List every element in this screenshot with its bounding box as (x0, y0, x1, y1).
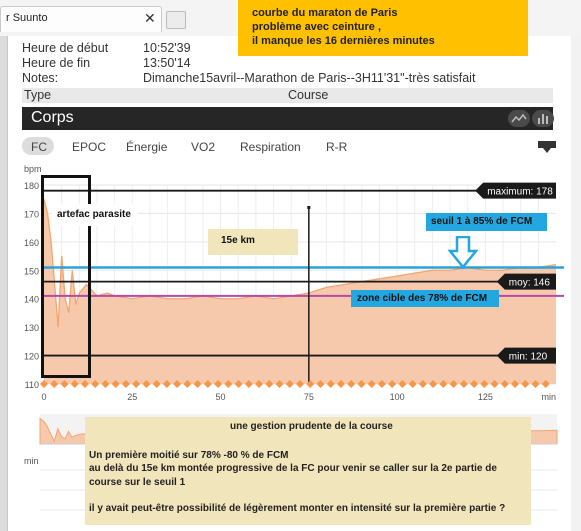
notes-value: Dimanche15avril--Marathon de Paris--3H11… (143, 71, 476, 85)
tab-energie[interactable]: Énergie (126, 140, 167, 154)
max-marker-label: maximum: 178 (487, 187, 553, 198)
corps-title: Corps (31, 109, 74, 126)
browser-tab[interactable]: r Suunto ✕ (0, 6, 162, 32)
type-value: Course (288, 88, 329, 102)
y-tick-label: 180 (24, 181, 39, 191)
y-tick-label: 150 (24, 266, 39, 276)
avg-marker-label: moy: 146 (509, 278, 551, 289)
x-tick-label: 50 (216, 392, 226, 402)
x-tick-label: 125 (478, 392, 493, 402)
seuil-label: seuil 1 à 85% de FCM (431, 216, 533, 227)
km15-label: 15e km (221, 235, 255, 246)
annotation-bottom-line3: course sur le seuil 1 (89, 477, 186, 488)
end-time-label: Heure de fin (22, 56, 91, 70)
min-marker-label: min: 120 (509, 352, 548, 363)
km15-marker-dot (307, 206, 311, 209)
annotation-bottom-line1: Un première moitié sur 78% -80 % de FCM (89, 450, 289, 461)
corps-header: Corps (22, 107, 554, 130)
annotation-bottom-title: une gestion prudente de la course (230, 421, 393, 432)
export-icon[interactable] (536, 139, 558, 155)
type-label: Type (24, 88, 52, 102)
tab-fc[interactable]: FC (31, 140, 47, 154)
end-time-value: 13:50'14 (143, 56, 191, 70)
annotation-bottom: une gestion prudente de la course Un pre… (85, 417, 531, 525)
y-tick-label: 130 (24, 323, 39, 333)
type-row: Type Course (22, 88, 553, 103)
y-tick-label: 140 (24, 295, 39, 305)
start-time-value: 10:52'39 (143, 41, 191, 55)
start-time-label: Heure de début (22, 41, 109, 55)
line-chart-button[interactable] (508, 110, 530, 127)
tab-rr[interactable]: R-R (326, 140, 347, 154)
new-tab-button[interactable] (166, 11, 186, 29)
annotation-bottom-line4: il y avait peut-être possibilité de légè… (89, 503, 506, 514)
annotation-bottom-line2: au delà du 15e km montée progressive de … (89, 463, 497, 474)
bar-chart-icon (538, 114, 548, 124)
y-tick-label: 120 (24, 352, 39, 362)
tab-vo2[interactable]: VO2 (191, 140, 215, 154)
close-icon[interactable]: ✕ (144, 10, 156, 27)
scrollbar[interactable] (571, 36, 581, 531)
y-tick-label: 170 (24, 209, 39, 219)
browser-tab-title: r Suunto (6, 12, 48, 24)
x-tick-label: 100 (390, 392, 405, 402)
second-chart-y-label: min (24, 456, 39, 466)
line-chart-icon (511, 113, 527, 123)
annotation-top: courbe du maraton de Paris problème avec… (238, 0, 528, 56)
y-axis-label: bpm (24, 164, 42, 174)
artefact-label: artefac parasite (57, 209, 131, 220)
x-tick-label: 0 (41, 392, 46, 402)
arrow-down-icon (448, 236, 478, 269)
annotation-top-line3: il manque les 16 dernières minutes (252, 35, 435, 47)
tab-epoc[interactable]: EPOC (72, 140, 106, 154)
annotation-top-line2: problème avec ceinture , (252, 21, 381, 33)
x-axis-label: min (541, 392, 556, 402)
x-tick-label: 75 (304, 392, 314, 402)
zone-label: zone cible des 78% de FCM (357, 293, 488, 304)
tab-respiration[interactable]: Respiration (240, 140, 301, 154)
annotation-top-line1: courbe du maraton de Paris (252, 7, 398, 19)
y-tick-label: 160 (24, 238, 39, 248)
x-tick-label: 25 (127, 392, 137, 402)
bar-chart-button[interactable] (532, 110, 554, 127)
notes-label: Notes: (22, 71, 59, 85)
y-tick-label: 110 (25, 380, 39, 390)
